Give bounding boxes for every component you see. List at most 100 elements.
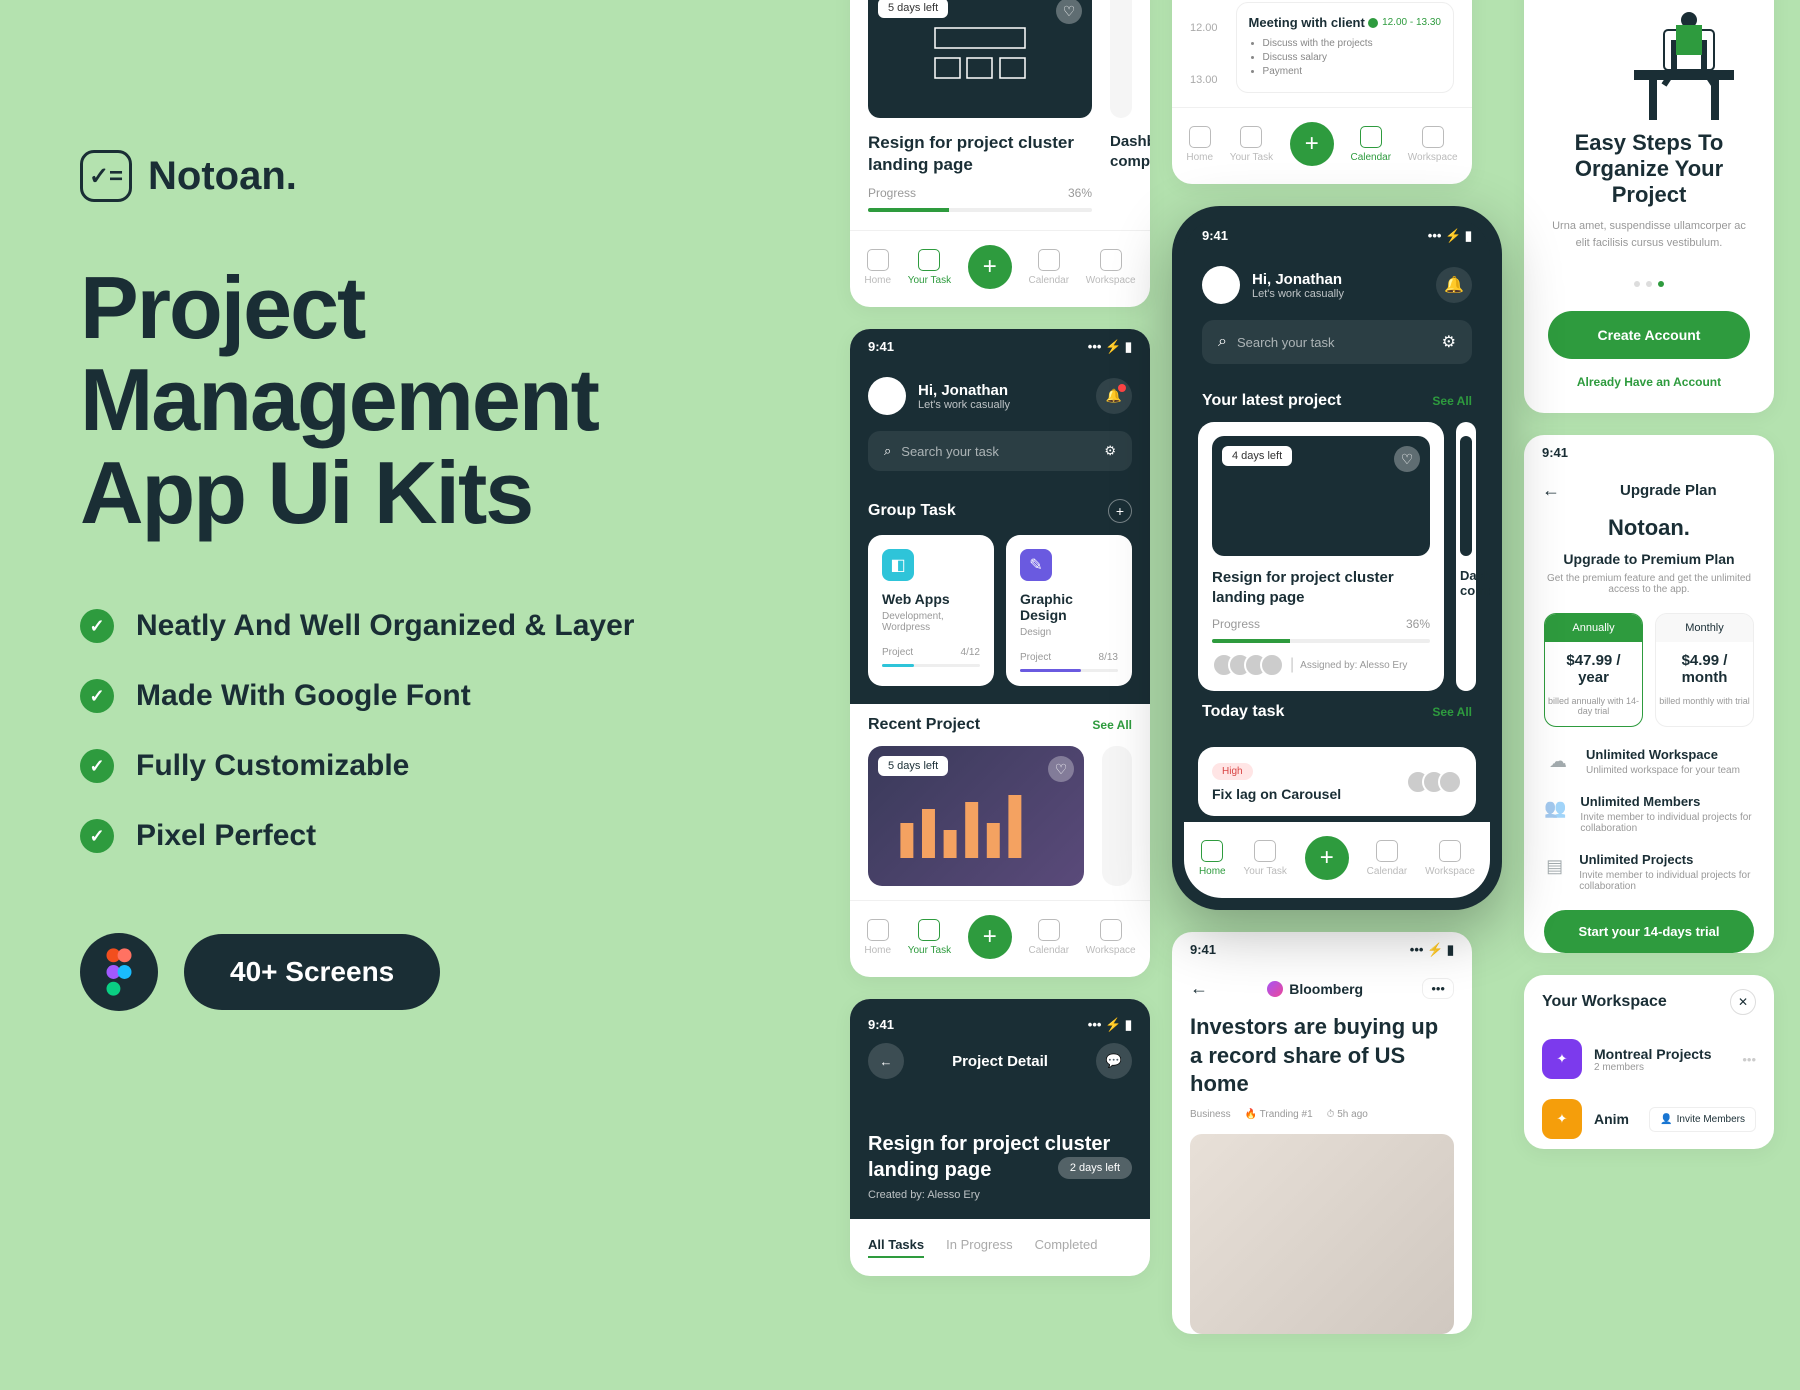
figma-icon — [80, 933, 158, 1011]
onboarding-title: Easy Steps To Organize Your Project — [1548, 130, 1750, 208]
user-avatar[interactable] — [868, 377, 906, 415]
filter-icon[interactable]: ⚙ — [1104, 443, 1116, 459]
task-name: Fix lag on Carousel — [1212, 786, 1341, 802]
progress-label: Progress — [868, 186, 916, 200]
group-card-design[interactable]: ✎ Graphic Design Design Project8/13 — [1006, 535, 1132, 686]
user-avatar[interactable] — [1202, 266, 1240, 304]
brand-name: Notoan. — [148, 154, 297, 199]
search-input[interactable]: ⌕ Search your task ⚙ — [868, 431, 1132, 471]
close-icon[interactable]: ✕ — [1730, 989, 1756, 1015]
add-group-button[interactable]: + — [1108, 499, 1132, 523]
check-icon: ✓ — [80, 749, 114, 783]
workspace-item[interactable]: ✦ Anim 👤 Invite Members — [1524, 1089, 1774, 1149]
chat-icon[interactable]: 💬 — [1096, 1043, 1132, 1079]
nav-workspace[interactable]: Workspace — [1086, 919, 1136, 956]
latest-project-card[interactable]: 4 days left ♡ Resign for project cluster… — [1198, 422, 1444, 691]
users-icon: 👥 — [1544, 794, 1566, 822]
days-left-badge: 5 days left — [878, 0, 948, 18]
see-all-link[interactable]: See All — [1432, 394, 1472, 408]
back-button[interactable]: ← — [1190, 978, 1208, 999]
nav-task[interactable]: Your Task — [1244, 840, 1287, 877]
create-account-button[interactable]: Create Account — [1548, 311, 1750, 359]
project-image: 4 days left ♡ — [1212, 436, 1430, 556]
nav-calendar[interactable]: Calendar — [1367, 840, 1408, 877]
nav-home[interactable]: Home — [1186, 126, 1213, 163]
upgrade-desc: Get the premium feature and get the unli… — [1544, 573, 1754, 595]
project-image: 5 days left ♡ — [868, 0, 1092, 118]
workspace-icon: ✦ — [1542, 1039, 1582, 1079]
today-task-card[interactable]: High Fix lag on Carousel — [1198, 747, 1476, 816]
cloud-icon: ☁ — [1544, 747, 1572, 775]
status-icons: ••• ⚡ ▮ — [1088, 339, 1132, 355]
days-left-pill: 2 days left — [1058, 1157, 1132, 1179]
pen-icon: ✎ — [1020, 549, 1052, 581]
screen-news: 9:41••• ⚡ ▮ ← Bloomberg ••• Investors ar… — [1172, 932, 1472, 1334]
news-headline: Investors are buying up a record share o… — [1172, 1013, 1472, 1109]
screen-group-task: 9:41••• ⚡ ▮ Hi, JonathanLet's work casua… — [850, 329, 1150, 977]
feature-text: Made With Google Font — [136, 679, 471, 713]
nav-workspace[interactable]: Workspace — [1425, 840, 1475, 877]
group-card-webapps[interactable]: ◧ Web Apps Development, Wordpress Projec… — [868, 535, 994, 686]
back-button[interactable]: ← — [868, 1043, 904, 1079]
nav-calendar[interactable]: Calendar — [1028, 249, 1069, 286]
heart-icon[interactable]: ♡ — [1394, 446, 1420, 472]
notification-icon[interactable]: 🔔 — [1096, 378, 1132, 414]
brand-logo-icon: ✓= — [80, 150, 132, 202]
nav-add-button[interactable]: + — [1290, 122, 1334, 166]
detail-creator: Created by: Alesso Ery — [868, 1189, 1132, 1201]
nav-task[interactable]: Your Task — [908, 249, 951, 286]
section-group-task: Group Task — [868, 502, 956, 520]
already-account-link[interactable]: Already Have an Account — [1548, 375, 1750, 389]
meeting-time: 12.00 - 13.30 — [1368, 17, 1441, 28]
tab-completed[interactable]: Completed — [1035, 1237, 1098, 1258]
plan-monthly[interactable]: Monthly $4.99 / month billed monthly wit… — [1655, 613, 1754, 727]
news-age: ⏱ 5h ago — [1327, 1109, 1368, 1120]
greeting: Hi, Jonathan — [918, 382, 1084, 399]
upgrade-header: Upgrade Plan — [1620, 482, 1717, 499]
filter-icon[interactable]: ⚙ — [1442, 332, 1456, 352]
more-icon[interactable]: ••• — [1422, 978, 1454, 999]
back-button[interactable]: ← — [1542, 480, 1560, 501]
nav-calendar[interactable]: Calendar — [1028, 919, 1069, 956]
cube-icon: ◧ — [882, 549, 914, 581]
status-time: 9:41 — [868, 339, 894, 355]
assigned-by: Assigned by: Alesso Ery — [1300, 660, 1407, 671]
nav-add-button[interactable]: + — [1305, 836, 1349, 880]
search-icon: ⌕ — [1218, 333, 1227, 351]
check-icon: ✓ — [80, 679, 114, 713]
nav-calendar[interactable]: Calendar — [1350, 126, 1391, 163]
notification-icon[interactable]: 🔔 — [1436, 267, 1472, 303]
document-icon: ▤ — [1544, 852, 1565, 880]
section-latest-project: Your latest project — [1202, 392, 1341, 410]
tab-in-progress[interactable]: In Progress — [946, 1237, 1012, 1258]
nav-add-button[interactable]: + — [968, 245, 1012, 289]
screen-workspace: Your Workspace ✕ ✦ Montreal Projects2 me… — [1524, 975, 1774, 1149]
heart-icon[interactable]: ♡ — [1056, 0, 1082, 24]
feature-text: Pixel Perfect — [136, 819, 316, 853]
plan-annually[interactable]: Annually $47.99 / year billed annually w… — [1544, 613, 1643, 727]
nav-workspace[interactable]: Workspace — [1408, 126, 1458, 163]
check-icon: ✓ — [80, 819, 114, 853]
start-trial-button[interactable]: Start your 14-days trial — [1544, 910, 1754, 953]
nav-task[interactable]: Your Task — [908, 919, 951, 956]
headline: Project Management App Ui Kits — [80, 262, 760, 539]
check-icon: ✓ — [80, 609, 114, 643]
nav-home[interactable]: Home — [864, 249, 891, 286]
nav-home[interactable]: Home — [1199, 840, 1226, 877]
recent-project-card[interactable]: 5 days left ♡ — [868, 746, 1084, 886]
tab-all-tasks[interactable]: All Tasks — [868, 1237, 924, 1258]
see-all-link[interactable]: See All — [1092, 718, 1132, 732]
invite-members-button[interactable]: 👤 Invite Members — [1649, 1107, 1756, 1132]
nav-add-button[interactable]: + — [968, 915, 1012, 959]
meeting-card[interactable]: Meeting with client12.00 - 13.30 Discuss… — [1236, 2, 1454, 93]
news-category: Business — [1190, 1109, 1231, 1120]
workspace-item[interactable]: ✦ Montreal Projects2 members ••• — [1524, 1029, 1774, 1089]
news-image — [1190, 1134, 1454, 1334]
search-input[interactable]: ⌕ Search your task ⚙ — [1202, 320, 1472, 364]
nav-task[interactable]: Your Task — [1230, 126, 1273, 163]
upgrade-sub: Upgrade to Premium Plan — [1544, 551, 1754, 567]
nav-workspace[interactable]: Workspace — [1086, 249, 1136, 286]
nav-home[interactable]: Home — [864, 919, 891, 956]
onboarding-desc: Urna amet, suspendisse ullamcorper ac el… — [1548, 218, 1750, 251]
screens-count-badge: 40+ Screens — [184, 934, 440, 1010]
